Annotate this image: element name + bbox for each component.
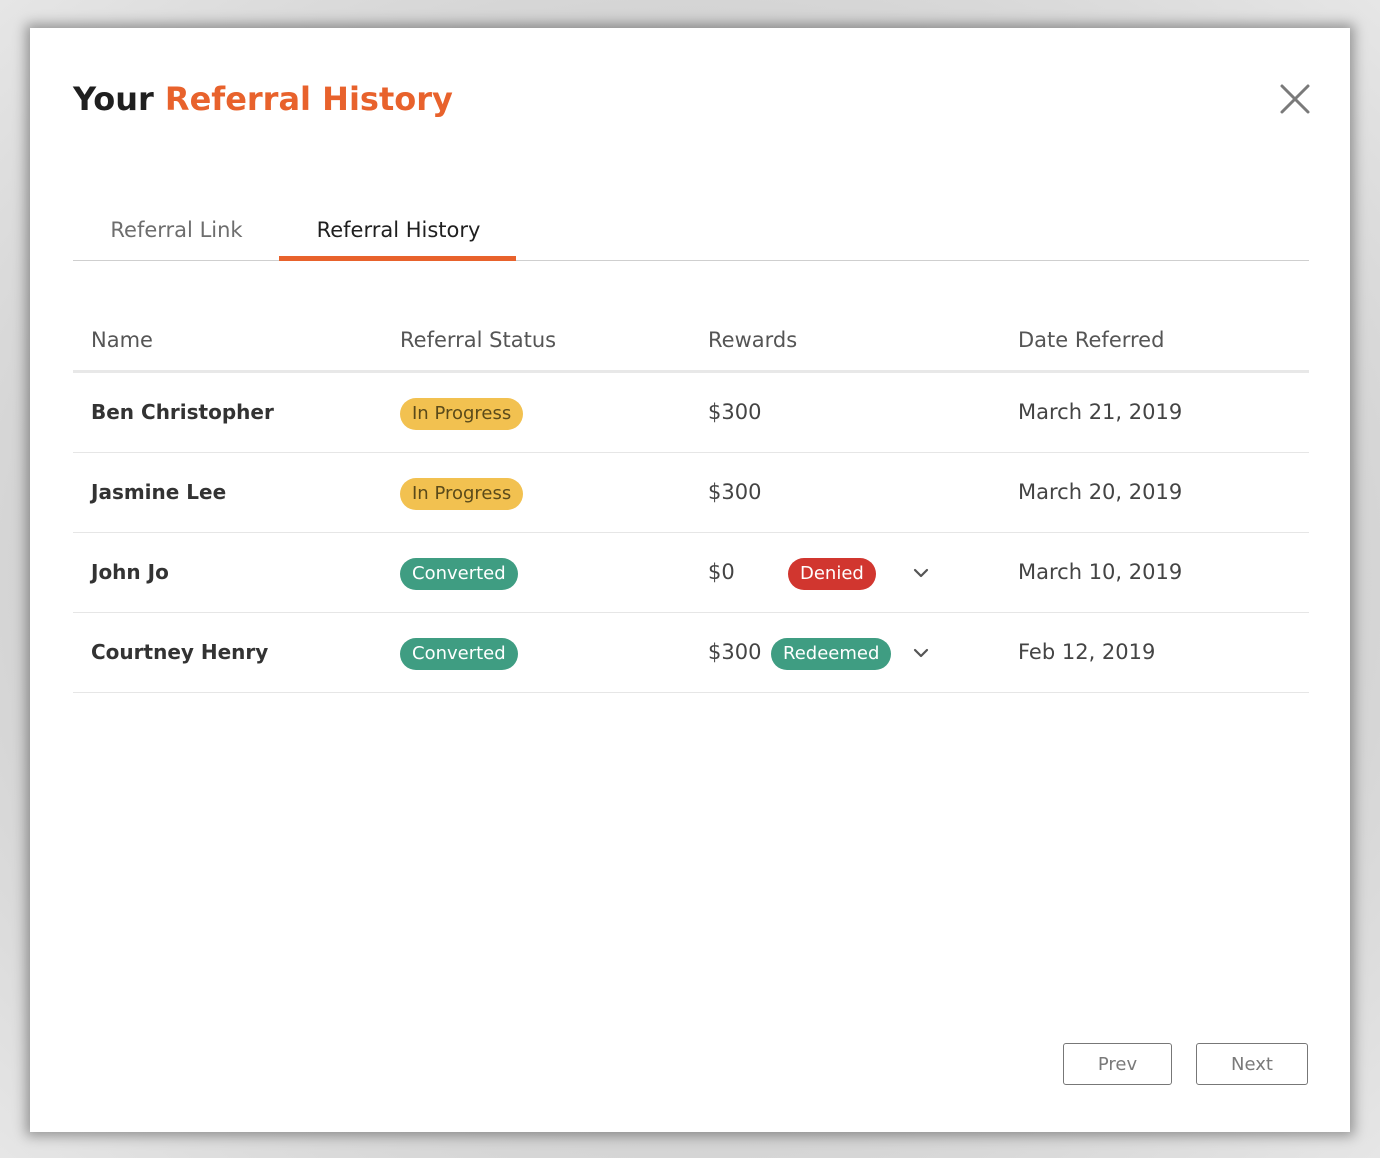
column-header-name: Name bbox=[91, 328, 153, 352]
title-accent: Referral History bbox=[164, 80, 453, 118]
tab-bar: Referral Link Referral History bbox=[73, 198, 1309, 242]
tab-divider bbox=[73, 260, 1309, 261]
status-badge: In Progress bbox=[400, 477, 524, 510]
active-tab-indicator bbox=[279, 256, 516, 261]
referral-name: Jasmine Lee bbox=[91, 480, 227, 504]
status-cell: In Progress bbox=[400, 373, 524, 452]
modal-title: Your Referral History bbox=[73, 80, 453, 118]
table-row: John Jo Converted $0 Denied March 10, 20… bbox=[73, 533, 1309, 613]
reward-amount: $300 bbox=[708, 400, 762, 424]
table-row: Ben Christopher In Progress $300 March 2… bbox=[73, 373, 1309, 453]
table-row: Courtney Henry Converted $300 Redeemed F… bbox=[73, 613, 1309, 693]
reward-amount: $0 bbox=[708, 560, 735, 584]
date-referred: Feb 12, 2019 bbox=[1018, 640, 1156, 664]
close-button[interactable] bbox=[1278, 82, 1312, 116]
status-cell: Converted bbox=[400, 533, 518, 612]
status-badge: Converted bbox=[400, 637, 518, 670]
tab-referral-history[interactable]: Referral History bbox=[280, 198, 517, 262]
status-badge: In Progress bbox=[400, 397, 524, 430]
status-cell: Converted bbox=[400, 613, 518, 692]
reward-amount: $300 bbox=[708, 640, 762, 664]
prev-button[interactable]: Prev bbox=[1063, 1043, 1172, 1085]
referral-table: Name Referral Status Rewards Date Referr… bbox=[73, 300, 1309, 693]
reward-status-badge: Denied bbox=[788, 557, 876, 590]
referral-name: Courtney Henry bbox=[91, 640, 269, 664]
referral-history-modal: Your Referral History Referral Link Refe… bbox=[30, 28, 1350, 1132]
table-row: Jasmine Lee In Progress $300 March 20, 2… bbox=[73, 453, 1309, 533]
referral-name: John Jo bbox=[91, 560, 169, 584]
date-referred: March 20, 2019 bbox=[1018, 480, 1183, 504]
reward-status-badge: Redeemed bbox=[771, 637, 892, 670]
chevron-down-icon bbox=[913, 648, 929, 658]
reward-status-cell: Denied bbox=[788, 533, 876, 612]
expand-row-button[interactable] bbox=[912, 644, 930, 662]
status-badge: Converted bbox=[400, 557, 518, 590]
tab-referral-link[interactable]: Referral Link bbox=[73, 198, 280, 262]
reward-status-cell: Redeemed bbox=[771, 613, 892, 692]
column-header-date: Date Referred bbox=[1018, 328, 1165, 352]
column-header-rewards: Rewards bbox=[708, 328, 798, 352]
date-referred: March 10, 2019 bbox=[1018, 560, 1183, 584]
status-cell: In Progress bbox=[400, 453, 524, 532]
referral-name: Ben Christopher bbox=[91, 400, 274, 424]
title-prefix: Your bbox=[73, 80, 154, 118]
next-button[interactable]: Next bbox=[1196, 1043, 1308, 1085]
chevron-down-icon bbox=[913, 568, 929, 578]
table-header: Name Referral Status Rewards Date Referr… bbox=[73, 300, 1309, 373]
close-icon bbox=[1280, 84, 1310, 114]
backdrop: Your Referral History Referral Link Refe… bbox=[0, 0, 1380, 1158]
date-referred: March 21, 2019 bbox=[1018, 400, 1183, 424]
reward-amount: $300 bbox=[708, 480, 762, 504]
expand-row-button[interactable] bbox=[912, 564, 930, 582]
column-header-status: Referral Status bbox=[400, 328, 557, 352]
